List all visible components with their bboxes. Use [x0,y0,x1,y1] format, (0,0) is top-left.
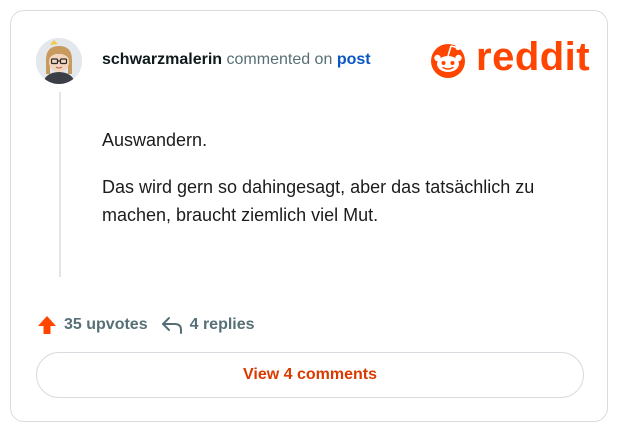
upvote-button[interactable]: 35 upvotes [36,314,148,336]
comment-body: Auswandern. Das wird gern so dahingesagt… [102,126,572,248]
thread-line [59,92,61,277]
reply-count: 4 replies [189,316,255,333]
reddit-snoo-icon [431,44,465,78]
view-comments-button[interactable]: View 4 comments [36,352,584,398]
comment-paragraph: Auswandern. [102,130,208,150]
upvote-count: 35 upvotes [64,316,148,333]
action-text: commented on [226,51,333,68]
comment-header: schwarzmalerin commented on post [102,50,371,70]
comment-paragraph: Das wird gern so dahingesagt, aber das t… [102,177,535,225]
avatar-image [36,38,82,84]
upvote-arrow-icon [38,316,56,334]
reddit-logo[interactable]: reddit [428,35,591,79]
reddit-wordmark: reddit [476,35,591,79]
avatar[interactable] [36,38,82,84]
username[interactable]: schwarzmalerin [102,51,222,68]
reply-arrow-icon [161,317,182,334]
post-link[interactable]: post [337,51,371,68]
comment-stats: 35 upvotes 4 replies [36,314,255,336]
replies-button[interactable]: 4 replies [160,314,255,336]
